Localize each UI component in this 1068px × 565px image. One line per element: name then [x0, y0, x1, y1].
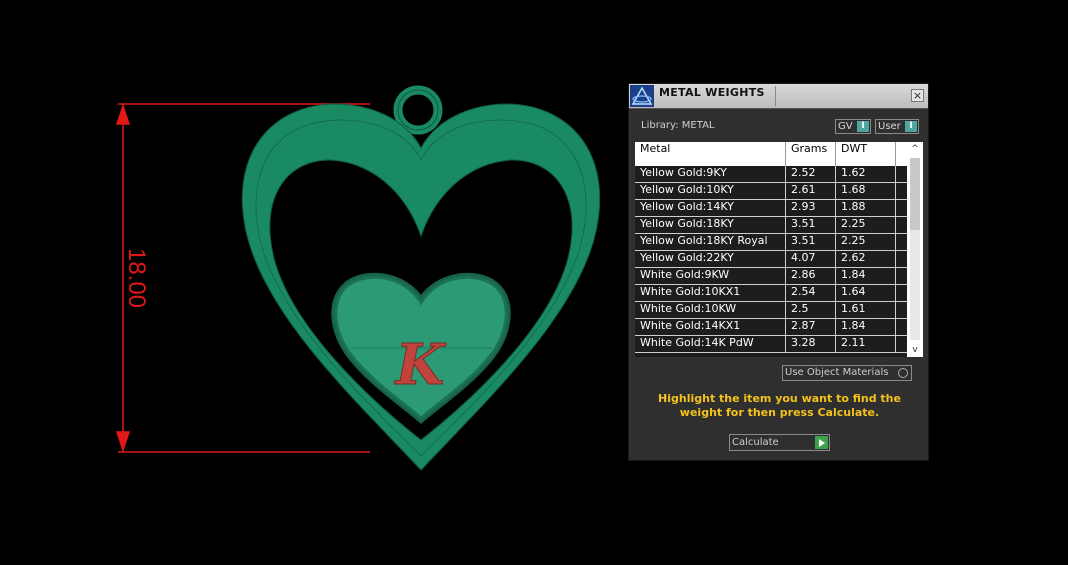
cell-metal: Yellow Gold:18KY — [635, 217, 786, 233]
cell-dwt: 1.68 — [836, 183, 896, 199]
app-logo-icon — [630, 85, 654, 107]
toggle-switch-icon: I — [905, 121, 917, 132]
dimension-label: 18.00 — [123, 248, 150, 308]
cell-grams: 3.51 — [786, 217, 836, 233]
table-row[interactable]: Yellow Gold:18KY Royal 3.51 2.25 — [635, 234, 907, 251]
cell-dwt: 1.88 — [836, 200, 896, 216]
table-row[interactable]: White Gold:14K PdW 3.28 2.11 — [635, 336, 907, 353]
cell-dwt: 1.64 — [836, 285, 896, 301]
cell-metal: Yellow Gold:18KY Royal — [635, 234, 786, 250]
table-scrollbar[interactable]: ^ v — [907, 142, 923, 357]
cell-dwt: 2.11 — [836, 336, 896, 352]
cell-metal: Yellow Gold:14KY — [635, 200, 786, 216]
pendant-letter: K — [394, 332, 447, 398]
calculate-label: Calculate — [732, 437, 779, 448]
title-divider — [775, 86, 776, 106]
cell-metal: Yellow Gold:22KY — [635, 251, 786, 267]
cell-dwt: 2.25 — [836, 234, 896, 250]
scroll-thumb[interactable] — [910, 158, 920, 230]
cell-metal: White Gold:14KX1 — [635, 319, 786, 335]
cell-metal: White Gold:14K PdW — [635, 336, 786, 352]
table-body: Yellow Gold:9KY 2.52 1.62 Yellow Gold:10KY 2… — [635, 166, 907, 353]
cell-dwt: 1.84 — [836, 268, 896, 284]
pendant-model: 18.00 K — [115, 85, 601, 471]
cell-spacer — [896, 217, 907, 233]
gv-toggle[interactable]: GV I — [835, 119, 871, 134]
library-label: Library: METAL — [641, 120, 715, 131]
cell-grams: 4.07 — [786, 251, 836, 267]
panel-titlebar[interactable]: METAL WEIGHTS × — [629, 84, 928, 109]
radio-icon — [898, 368, 908, 378]
cell-dwt: 1.61 — [836, 302, 896, 318]
instruction-text: Highlight the item you want to find the … — [658, 392, 901, 419]
cell-spacer — [896, 166, 907, 182]
table-row[interactable]: Yellow Gold:22KY 4.07 2.62 — [635, 251, 907, 268]
panel-title: METAL WEIGHTS — [659, 86, 765, 99]
cell-grams: 3.28 — [786, 336, 836, 352]
cell-grams: 2.93 — [786, 200, 836, 216]
cell-spacer — [896, 302, 907, 318]
table-row[interactable]: White Gold:14KX1 2.87 1.84 — [635, 319, 907, 336]
cell-dwt: 2.25 — [836, 217, 896, 233]
cell-grams: 2.54 — [786, 285, 836, 301]
cell-grams: 2.5 — [786, 302, 836, 318]
cell-dwt: 2.62 — [836, 251, 896, 267]
toggle-switch-icon: I — [857, 121, 869, 132]
cell-metal: Yellow Gold:9KY — [635, 166, 786, 182]
cell-spacer — [896, 268, 907, 284]
cell-spacer — [896, 336, 907, 352]
cell-metal: White Gold:9KW — [635, 268, 786, 284]
user-toggle[interactable]: User I — [875, 119, 919, 134]
scroll-down-icon[interactable]: v — [907, 344, 923, 356]
play-arrow-icon — [815, 436, 828, 449]
table-header: Metal Grams DWT — [635, 142, 907, 166]
gv-toggle-label: GV — [838, 121, 853, 132]
column-header-grams[interactable]: Grams — [786, 142, 836, 166]
metal-weights-panel: METAL WEIGHTS × Library: METAL GV I User… — [628, 83, 929, 461]
cell-grams: 2.61 — [786, 183, 836, 199]
cell-spacer — [896, 285, 907, 301]
cell-metal: White Gold:10KW — [635, 302, 786, 318]
cell-grams: 2.86 — [786, 268, 836, 284]
cell-metal: Yellow Gold:10KY — [635, 183, 786, 199]
cell-grams: 2.87 — [786, 319, 836, 335]
cell-spacer — [896, 319, 907, 335]
cell-spacer — [896, 234, 907, 250]
cell-grams: 2.52 — [786, 166, 836, 182]
scroll-up-icon[interactable]: ^ — [907, 143, 923, 155]
user-toggle-label: User — [878, 121, 901, 132]
table-row[interactable]: Yellow Gold:9KY 2.52 1.62 — [635, 166, 907, 183]
table-row[interactable]: White Gold:10KW 2.5 1.61 — [635, 302, 907, 319]
column-header-dwt[interactable]: DWT — [836, 142, 896, 166]
cell-spacer — [896, 200, 907, 216]
table-row[interactable]: White Gold:10KX1 2.54 1.64 — [635, 285, 907, 302]
table-row[interactable]: Yellow Gold:10KY 2.61 1.68 — [635, 183, 907, 200]
cell-grams: 3.51 — [786, 234, 836, 250]
use-object-materials-toggle[interactable]: Use Object Materials — [782, 365, 912, 381]
scroll-track[interactable] — [910, 158, 920, 340]
viewport[interactable]: 18.00 K — [0, 0, 601, 561]
table-row[interactable]: Yellow Gold:18KY 3.51 2.25 — [635, 217, 907, 234]
metal-table[interactable]: Metal Grams DWT Yellow Gold:9KY 2.52 1.62 Y… — [635, 142, 923, 357]
cell-spacer — [896, 183, 907, 199]
cell-dwt: 1.84 — [836, 319, 896, 335]
calculate-button[interactable]: Calculate — [729, 434, 830, 451]
table-row[interactable]: White Gold:9KW 2.86 1.84 — [635, 268, 907, 285]
cell-dwt: 1.62 — [836, 166, 896, 182]
table-row[interactable]: Yellow Gold:14KY 2.93 1.88 — [635, 200, 907, 217]
close-button[interactable]: × — [911, 89, 924, 102]
cell-metal: White Gold:10KX1 — [635, 285, 786, 301]
cell-spacer — [896, 251, 907, 267]
use-object-materials-label: Use Object Materials — [785, 367, 889, 378]
column-header-metal[interactable]: Metal — [635, 142, 786, 166]
